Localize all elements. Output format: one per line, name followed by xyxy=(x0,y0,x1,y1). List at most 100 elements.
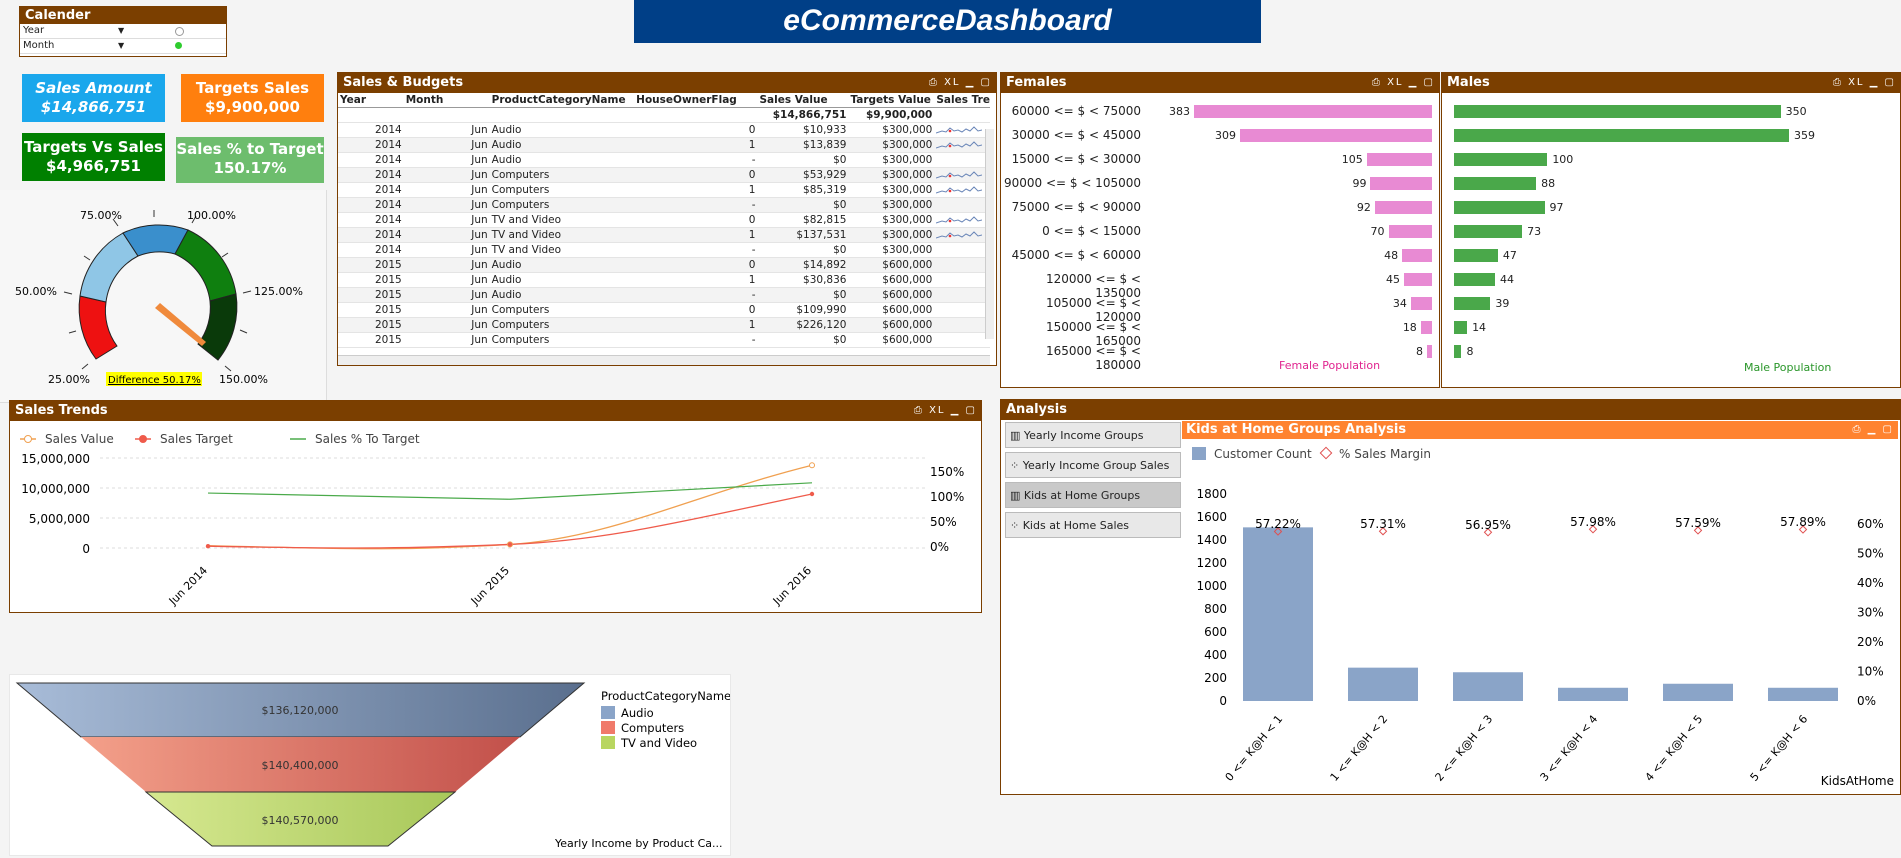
kpi-targets-vs-sales[interactable]: Targets Vs Sales $4,966,751 xyxy=(22,133,165,181)
male-population-caption: Male Population xyxy=(1744,361,1832,374)
population-bar[interactable] xyxy=(1454,201,1545,214)
panel-toolbar-icons[interactable]: ⎙ XL ▁ ▢ xyxy=(1372,73,1435,93)
population-bar[interactable] xyxy=(1420,321,1432,334)
total-targets-value: $9,900,000 xyxy=(848,107,935,123)
month-filter[interactable]: Month ▼ xyxy=(20,39,226,54)
col-header-year[interactable]: Year xyxy=(338,93,404,108)
population-bar[interactable] xyxy=(1427,345,1432,358)
table-row[interactable]: 2014 Jun Computers - $0 $300,000 xyxy=(338,197,990,213)
table-row[interactable]: 2014 Jun Audio 0 $10,933 $300,000 xyxy=(338,122,990,138)
col-header-houseowner[interactable]: HouseOwnerFlag xyxy=(634,93,758,108)
panel-title: Sales & Budgets ⎙ XL ▁ ▢ xyxy=(338,73,996,93)
females-chart: 60000 <= $ < 75000 383 30000 <= $ < 45000 3… xyxy=(1001,93,1439,387)
gauge-panel: 25.00% 50.00% 75.00% 100.00% 125.00% 150… xyxy=(0,190,327,403)
population-bar[interactable] xyxy=(1402,249,1432,262)
sales-trends-panel: Sales Trends ⎙ XL ▁ ▢ Sales Value Sales Ta… xyxy=(9,400,982,613)
col-header-sales-value[interactable]: Sales Value xyxy=(757,93,849,108)
table-row[interactable]: 2014 Jun TV and Video 1 $137,531 $300,000 xyxy=(338,227,990,243)
table-row[interactable]: 2015 Jun Computers 0 $109,990 $600,000 xyxy=(338,302,990,318)
table-totals-row: $14,866,751 $9,900,000 xyxy=(338,107,990,123)
gauge-chart: 25.00% 50.00% 75.00% 100.00% 125.00% 150… xyxy=(15,209,303,386)
bar-customer-count[interactable] xyxy=(1348,667,1418,701)
tab-kids-at-home-sales[interactable]: ⁘ Kids at Home Sales xyxy=(1005,512,1181,538)
population-bar[interactable] xyxy=(1454,177,1537,190)
population-bar[interactable] xyxy=(1388,225,1432,238)
col-header-month[interactable]: Month xyxy=(403,93,490,108)
table-row[interactable]: 2014 Jun Audio - $0 $300,000 xyxy=(338,152,990,168)
population-bar[interactable] xyxy=(1454,321,1468,334)
kpi-sales-amount[interactable]: Sales Amount $14,866,751 xyxy=(22,74,165,122)
table-row[interactable]: 2015 Jun Computers - $0 $600,000 xyxy=(338,332,990,348)
legend-swatch-customer-count xyxy=(1192,447,1206,460)
gauge-tick-label: 125.00% xyxy=(254,285,303,298)
col-header-targets-value[interactable]: Targets Value xyxy=(848,93,935,108)
category-label: 15000 <= $ < 30000 xyxy=(1011,152,1141,166)
dashboard-title: eCommerceDashboard xyxy=(634,0,1261,43)
horizontal-scrollbar[interactable] xyxy=(338,355,990,365)
population-bar[interactable] xyxy=(1370,177,1432,190)
table-row[interactable]: 2014 Jun Computers 0 $53,929 $300,000 xyxy=(338,167,990,183)
dropdown-arrow-icon[interactable]: ▼ xyxy=(118,24,124,38)
kpi-targets-sales[interactable]: Targets Sales $9,900,000 xyxy=(181,74,324,122)
population-bar[interactable] xyxy=(1454,249,1498,262)
data-label-sales-margin: 57.59% xyxy=(1675,516,1721,530)
kpi-value: 150.17% xyxy=(213,159,287,177)
panel-toolbar-icons[interactable]: ⎙ ▁ ▢ xyxy=(1853,421,1895,439)
vertical-scrollbar[interactable] xyxy=(985,129,994,339)
table-row[interactable]: 2015 Jun Audio 0 $14,892 $600,000 xyxy=(338,257,990,273)
table-row[interactable]: 2015 Jun Audio 1 $30,836 $600,000 xyxy=(338,272,990,288)
bar-chart-icon: ▥ xyxy=(1010,429,1024,442)
category-label: 75000 <= $ < 90000 xyxy=(1011,200,1141,214)
population-bar[interactable] xyxy=(1404,273,1432,286)
dropdown-arrow-icon[interactable]: ▼ xyxy=(118,39,124,53)
population-bar[interactable] xyxy=(1454,345,1462,358)
col-header-category[interactable]: ProductCategoryName xyxy=(489,93,635,108)
funnel-chart: $136,120,000 $140,400,000 $140,570,000 P… xyxy=(15,682,731,850)
table-cell: Computers xyxy=(489,302,635,318)
table-row[interactable]: 2014 Jun Computers 1 $85,319 $300,000 xyxy=(338,182,990,198)
population-bar[interactable] xyxy=(1454,273,1496,286)
bar-customer-count[interactable] xyxy=(1663,683,1733,701)
panel-title: Analysis xyxy=(1001,400,1900,420)
panel-toolbar-icons[interactable]: ⎙ XL ▁ ▢ xyxy=(929,73,992,93)
year-filter[interactable]: Year ▼ xyxy=(20,24,226,39)
table-cell: $300,000 xyxy=(848,122,935,138)
tab-kids-at-home-groups-analysis[interactable]: ▥ Kids at Home Groups Analysis xyxy=(1005,482,1181,528)
population-bar[interactable] xyxy=(1410,297,1432,310)
table-cell: Jun xyxy=(403,272,490,288)
population-bar[interactable] xyxy=(1454,129,1789,142)
table-cell: TV and Video xyxy=(489,242,635,258)
population-bar[interactable] xyxy=(1454,297,1491,310)
x-axis-title: KidsAtHome xyxy=(1821,774,1894,788)
table-cell: $300,000 xyxy=(848,197,935,213)
bar-customer-count[interactable] xyxy=(1768,687,1838,701)
tab-yearly-income-groups-analysis[interactable]: ▥ Yearly Income Groups Analysis xyxy=(1005,422,1181,468)
sales-budgets-panel: Sales & Budgets ⎙ XL ▁ ▢ Year Month Produ… xyxy=(337,72,997,366)
table-row[interactable]: 2015 Jun Audio - $0 $600,000 xyxy=(338,287,990,303)
table-row[interactable]: 2014 Jun TV and Video 0 $82,815 $300,000 xyxy=(338,212,990,228)
table-row[interactable]: 2014 Jun Audio 1 $13,839 $300,000 xyxy=(338,137,990,153)
bar-customer-count[interactable] xyxy=(1243,527,1313,701)
population-bar[interactable] xyxy=(1454,225,1523,238)
population-bar[interactable] xyxy=(1454,105,1781,118)
population-bar[interactable] xyxy=(1366,153,1432,166)
population-bar[interactable] xyxy=(1239,129,1432,142)
population-bar[interactable] xyxy=(1194,105,1432,118)
bar-value-label: 99 xyxy=(1352,177,1367,190)
bar-value-label: 70 xyxy=(1370,225,1385,238)
population-bar[interactable] xyxy=(1374,201,1432,214)
table-row[interactable]: 2014 Jun TV and Video - $0 $300,000 xyxy=(338,242,990,258)
table-cell: $226,120 xyxy=(757,317,849,333)
table-cell: 1 xyxy=(634,272,758,288)
panel-toolbar-icons[interactable]: ⎙ XL ▁ ▢ xyxy=(1833,73,1896,93)
col-header-sales-trend[interactable]: Sales Tre xyxy=(934,93,990,108)
tab-yearly-income-group-sales[interactable]: ⁘ Yearly Income Group Sales xyxy=(1005,452,1181,478)
panel-toolbar-icons[interactable]: ⎙ XL ▁ ▢ xyxy=(914,401,977,421)
table-cell: 0 xyxy=(634,212,758,228)
table-row[interactable]: 2015 Jun Computers 1 $226,120 $600,000 xyxy=(338,317,990,333)
month-label: Month xyxy=(23,40,55,51)
bar-customer-count[interactable] xyxy=(1453,672,1523,701)
kpi-sales-pct[interactable]: Sales % to Target 150.17% xyxy=(176,137,324,183)
bar-customer-count[interactable] xyxy=(1558,687,1628,701)
population-bar[interactable] xyxy=(1454,153,1548,166)
